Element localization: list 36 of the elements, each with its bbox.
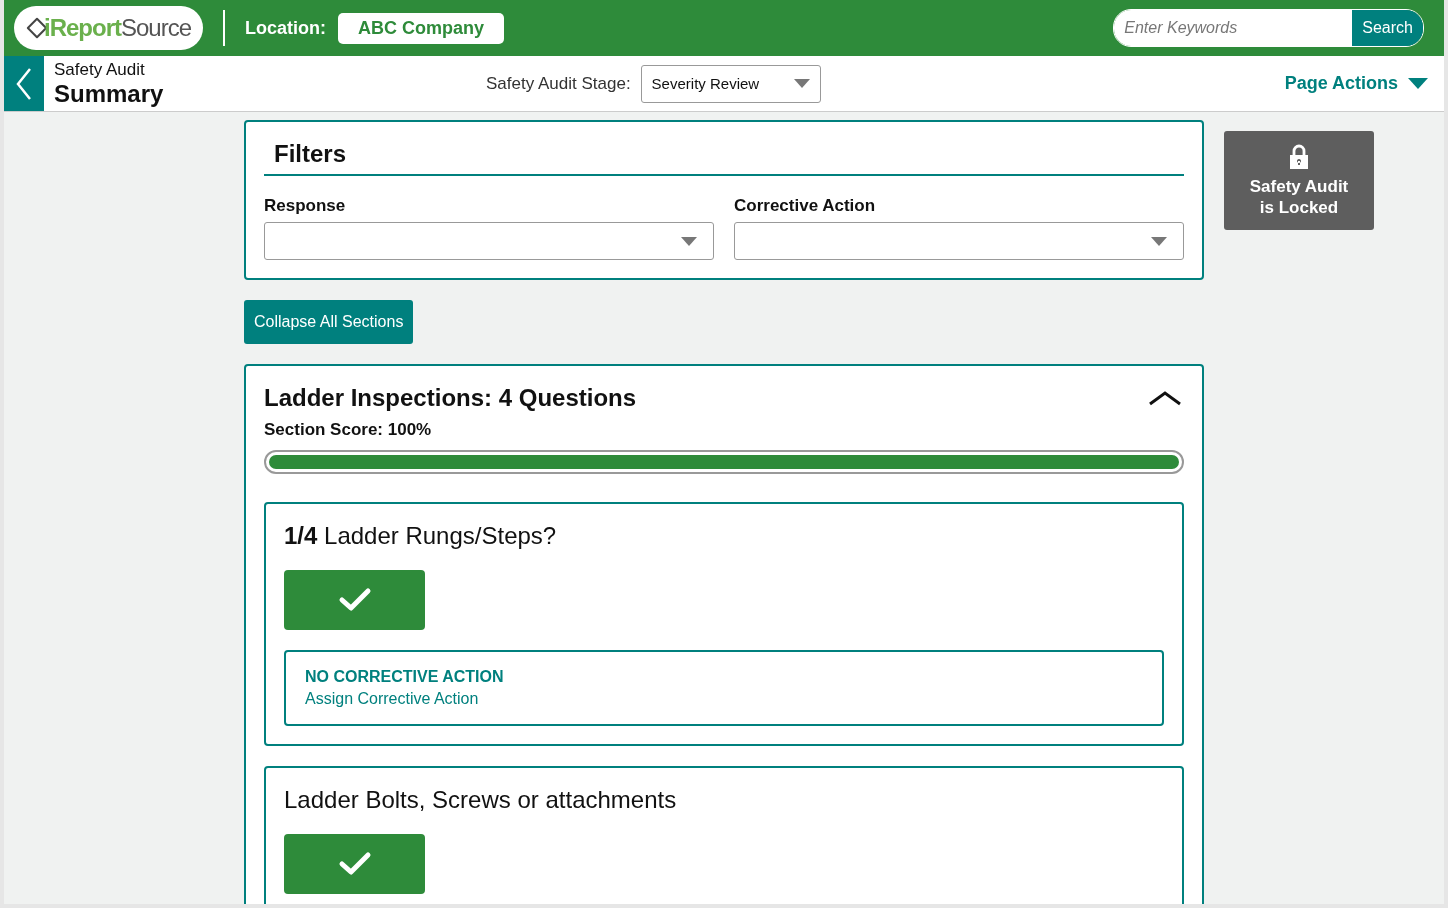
- page-title: Summary: [54, 79, 165, 108]
- locked-text: is Locked: [1259, 196, 1339, 218]
- back-button[interactable]: [4, 56, 44, 111]
- assign-corrective-action-link[interactable]: Assign Corrective Action: [305, 690, 479, 708]
- page-actions-button[interactable]: Page Actions: [1278, 72, 1434, 95]
- section-title: Ladder Inspections: 4 Questions: [264, 384, 637, 412]
- collapse-chevron-icon[interactable]: [1148, 390, 1182, 406]
- page-overline: Safety Audit: [54, 59, 146, 80]
- filter-dropdown[interactable]: [264, 222, 714, 260]
- logo-text: Source: [121, 14, 192, 42]
- corrective-status: NO CORRECTIVE ACTION: [305, 668, 505, 686]
- checkmark-icon: [337, 851, 372, 877]
- locked-text: Safety Audit: [1249, 175, 1349, 197]
- back-chevron-icon: [15, 66, 33, 101]
- field-label: Corrective Action: [734, 196, 877, 216]
- caret-icon: [793, 79, 810, 88]
- question-text: 1/4 Ladder Rungs/Steps?: [284, 522, 557, 550]
- question-text: Ladder Bolts, Screws or attachments: [284, 786, 677, 814]
- checkmark-icon: [337, 587, 372, 613]
- collapse-all-button[interactable]: Collapse All Sections: [244, 300, 414, 344]
- location-button[interactable]: ABC Company: [338, 12, 505, 44]
- pass-button[interactable]: [284, 834, 425, 894]
- filters-title: Filters: [264, 140, 1184, 176]
- caret-icon: [681, 236, 697, 246]
- location-label: Location:: [245, 17, 327, 39]
- stage-dropdown[interactable]: Severity Review: [640, 64, 821, 103]
- logo-text: iReport: [44, 14, 121, 42]
- filter-dropdown[interactable]: [734, 222, 1184, 260]
- section-score: Section Score: 100%: [264, 420, 433, 440]
- pass-button[interactable]: [284, 570, 425, 630]
- caret-icon: [1408, 78, 1428, 89]
- lock-icon: [1289, 143, 1309, 170]
- caret-icon: [1151, 236, 1167, 246]
- logo[interactable]: iReportSource: [14, 6, 204, 50]
- stage-label: Safety Audit Stage:: [486, 73, 631, 94]
- field-label: Response: [264, 196, 347, 216]
